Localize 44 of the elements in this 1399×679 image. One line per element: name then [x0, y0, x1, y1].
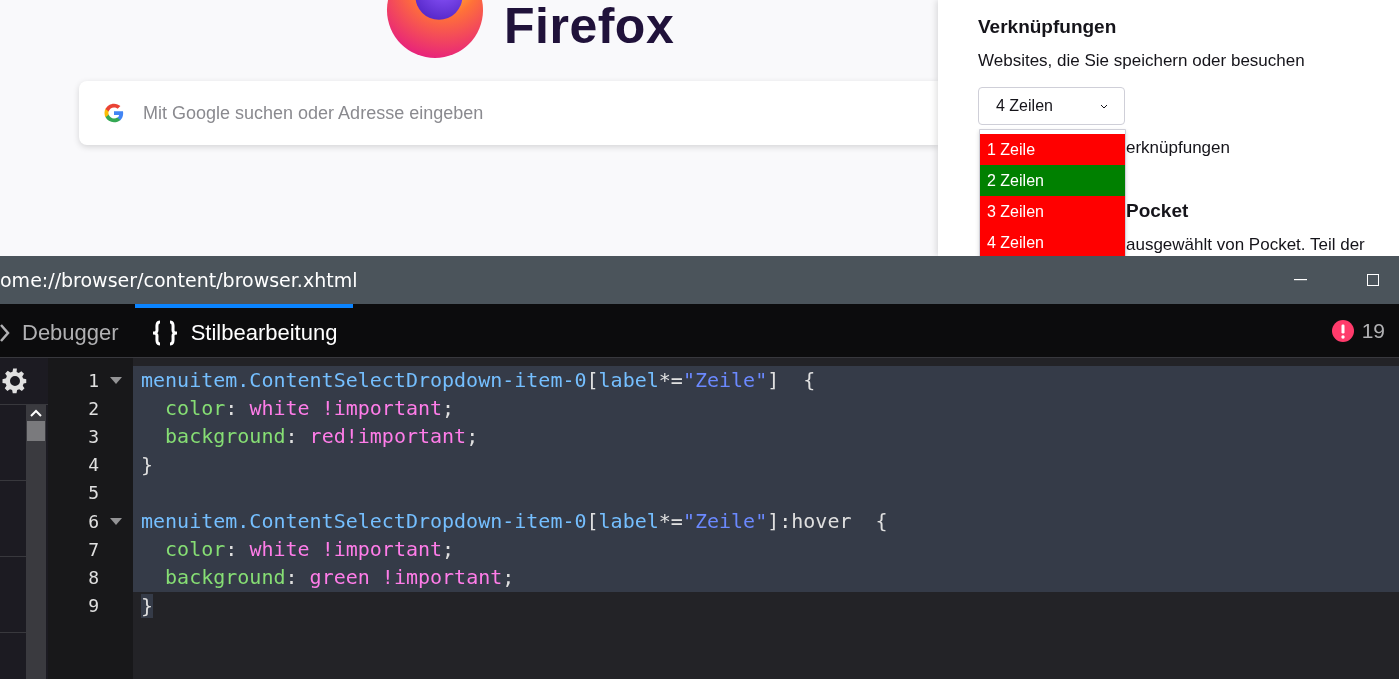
code-line: menuitem.ContentSelectDropdown-item-0[label*="Zeile"]:hover { — [141, 509, 888, 534]
line-number: 5 — [88, 482, 99, 504]
google-logo-icon — [103, 102, 125, 124]
option-label: erknüpfungen — [1126, 138, 1231, 158]
option-label: ausgewählt von Pocket. Teil der — [1126, 235, 1366, 255]
line-number: 9 — [88, 595, 99, 617]
line-number: 1 — [88, 369, 99, 391]
window-title: ome://browser/content/browser.xhtml — [0, 269, 358, 291]
search-field[interactable]: Mit Google suchen oder Adresse eingeben — [79, 81, 938, 145]
search-placeholder: Mit Google suchen oder Adresse eingeben — [143, 102, 484, 124]
brand-name: Firefox — [504, 1, 675, 51]
code-line: background: green !important; — [164, 565, 515, 590]
code-line: color: white !important; — [164, 396, 455, 421]
line-number: 4 — [88, 454, 99, 476]
devtools-tab[interactable]: Debugger — [0, 304, 135, 357]
section-subtitle: Websites, die Sie speichern oder besuchen — [978, 51, 1306, 71]
minimize-icon[interactable] — [1294, 279, 1307, 281]
fold-arrow-icon[interactable] — [110, 517, 122, 525]
line-number: 2 — [88, 397, 99, 419]
scroll-up-icon[interactable] — [30, 409, 42, 417]
code-line: } — [141, 452, 154, 477]
scrollbar-thumb[interactable] — [27, 421, 45, 441]
code-line: menuitem.ContentSelectDropdown-item-0[label*="Zeile"] { — [141, 368, 816, 393]
line-number: 6 — [88, 510, 99, 532]
dropdown-option[interactable]: 1 Zeile — [980, 134, 1125, 165]
dropdown-option[interactable]: 4 Zeilen — [980, 227, 1125, 256]
dropdown-option[interactable]: 2 Zeilen — [980, 165, 1125, 196]
chevron-right-icon — [0, 322, 10, 343]
error-icon — [1331, 319, 1354, 342]
dropdown-option[interactable]: 3 Zeilen — [980, 196, 1125, 227]
rows-select[interactable]: 4 Zeilen — [978, 87, 1125, 125]
devtools-tab[interactable]: Stilbearbeitung — [134, 304, 354, 357]
section-title: Verknüpfungen — [978, 16, 1118, 38]
section-title: Pocket — [1126, 200, 1190, 222]
error-count: 19 — [1361, 318, 1385, 343]
code-line: background: red!important; — [164, 424, 479, 449]
line-number: 8 — [88, 566, 99, 588]
line-number: 3 — [88, 425, 99, 447]
maximize-icon[interactable] — [1367, 274, 1379, 286]
braces-icon — [150, 319, 179, 346]
chevron-down-icon — [1100, 103, 1108, 109]
fold-arrow-icon[interactable] — [110, 376, 122, 384]
code-line: color: white !important; — [164, 537, 455, 562]
line-number: 7 — [88, 538, 99, 560]
